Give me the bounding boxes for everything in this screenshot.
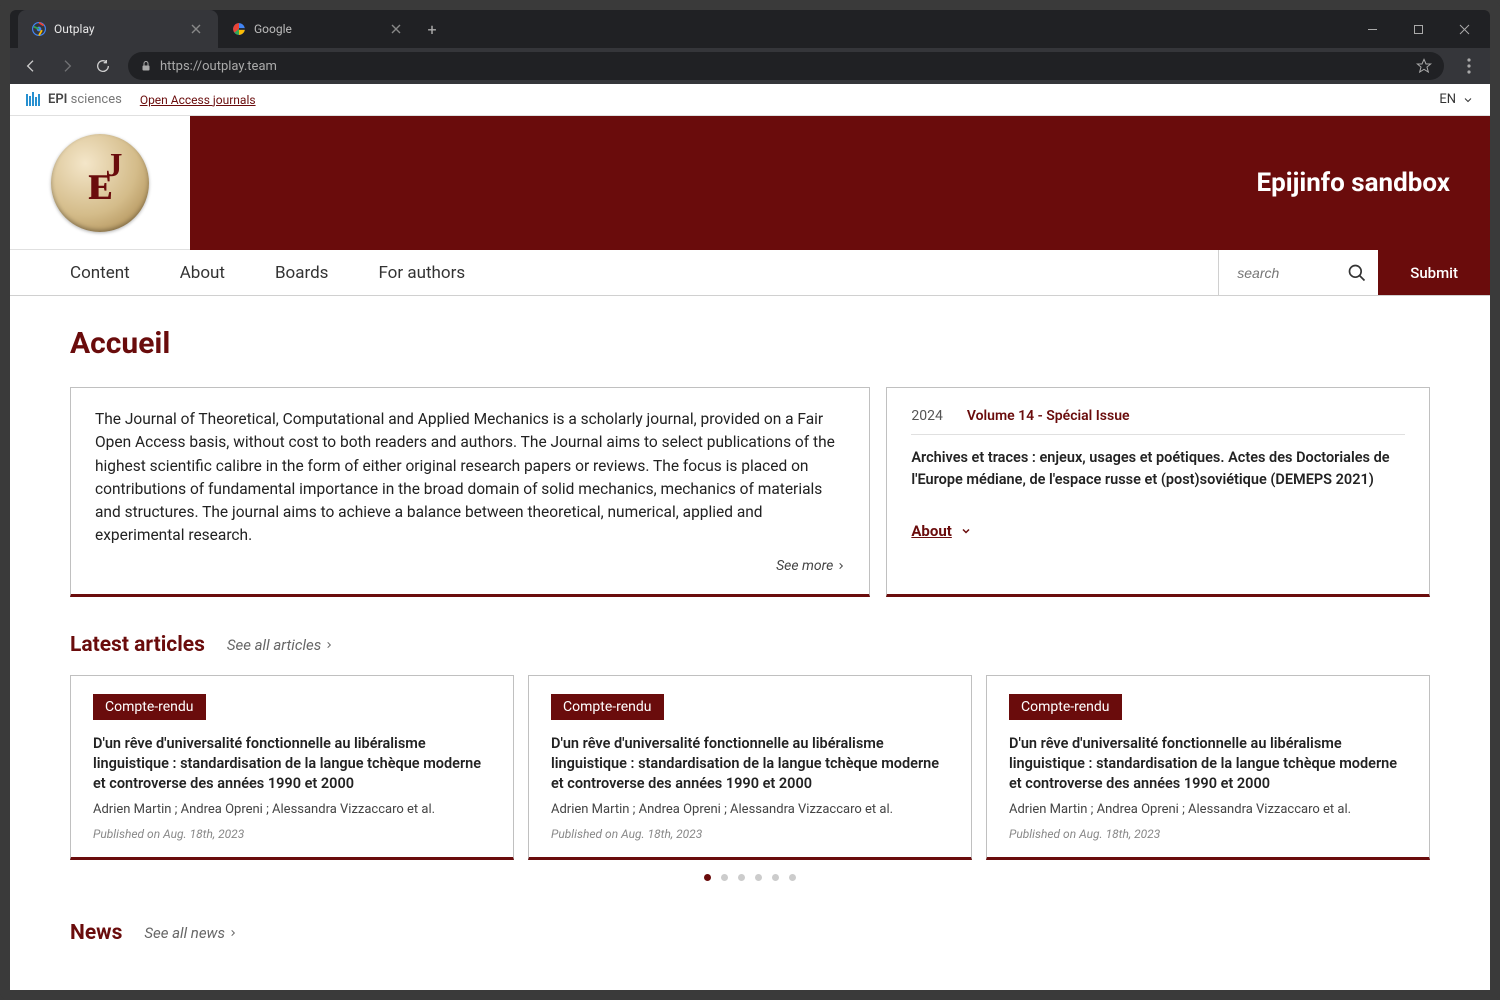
nav-for-authors[interactable]: For authors — [378, 263, 465, 283]
language-code: EN — [1439, 92, 1456, 107]
article-card[interactable]: Compte-rendu D'un rêve d'universalité fo… — [986, 675, 1430, 861]
new-tab-button[interactable]: + — [418, 10, 446, 48]
page-viewport: EPI sciences Open Access journals EN ᴇJ … — [10, 84, 1490, 990]
article-tag: Compte-rendu — [1009, 694, 1122, 720]
article-title: D'un rêve d'universalité fonctionnelle a… — [1009, 734, 1407, 795]
google-favicon-icon — [232, 22, 246, 36]
nav-content[interactable]: Content — [70, 263, 130, 283]
address-bar[interactable]: https://outplay.team — [128, 52, 1444, 80]
article-authors: Adrien Martin ; Andrea Opreni ; Alessand… — [93, 802, 491, 817]
publisher-topbar: EPI sciences Open Access journals EN — [10, 84, 1490, 116]
episciences-logo-icon — [26, 92, 42, 108]
search-icon[interactable] — [1347, 263, 1367, 283]
chevron-down-icon — [960, 525, 972, 537]
close-tab-icon[interactable] — [188, 21, 204, 37]
article-card[interactable]: Compte-rendu D'un rêve d'universalité fo… — [70, 675, 514, 861]
news-heading: News — [70, 921, 122, 945]
issue-about-link[interactable]: About — [911, 522, 971, 540]
journal-description: The Journal of Theoretical, Computationa… — [95, 408, 845, 548]
see-all-articles-link[interactable]: See all articles — [227, 636, 333, 654]
carousel-dot[interactable] — [738, 874, 745, 881]
reload-button[interactable] — [92, 55, 114, 77]
article-card[interactable]: Compte-rendu D'un rêve d'universalité fo… — [528, 675, 972, 861]
maximize-button[interactable] — [1396, 13, 1440, 45]
carousel-dot[interactable] — [704, 874, 711, 881]
carousel-dot[interactable] — [789, 874, 796, 881]
carousel-dot[interactable] — [755, 874, 762, 881]
latest-articles-heading: Latest articles — [70, 633, 205, 657]
journal-description-box: The Journal of Theoretical, Computationa… — [70, 387, 870, 597]
episciences-logo-text: EPI sciences — [48, 92, 122, 107]
current-issue-box: 2024 Volume 14 - Spécial Issue Archives … — [886, 387, 1430, 597]
forward-button[interactable] — [56, 55, 78, 77]
chevron-right-icon — [325, 640, 333, 650]
search-input[interactable] — [1237, 265, 1317, 281]
browser-chrome: Outplay Google + — [10, 10, 1490, 84]
article-title: D'un rêve d'universalité fonctionnelle a… — [551, 734, 949, 795]
episciences-logo[interactable]: EPI sciences — [26, 92, 122, 108]
main-nav: Content About Boards For authors Submit — [10, 250, 1490, 296]
nav-about[interactable]: About — [180, 263, 225, 283]
bookmark-star-icon[interactable] — [1416, 58, 1432, 74]
close-window-button[interactable] — [1442, 13, 1486, 45]
page-title: Accueil — [70, 326, 1430, 361]
articles-carousel: Compte-rendu D'un rêve d'universalité fo… — [70, 675, 1430, 861]
issue-volume[interactable]: Volume 14 - Spécial Issue — [967, 408, 1130, 424]
carousel-dot[interactable] — [721, 874, 728, 881]
nav-boards[interactable]: Boards — [275, 263, 329, 283]
browser-tab-active[interactable]: Outplay — [18, 10, 218, 48]
submit-button[interactable]: Submit — [1378, 250, 1490, 295]
article-authors: Adrien Martin ; Andrea Opreni ; Alessand… — [1009, 802, 1407, 817]
see-more-link[interactable]: See more — [95, 558, 845, 574]
carousel-dots — [70, 874, 1430, 881]
browser-tab[interactable]: Google — [218, 10, 418, 48]
chevron-right-icon — [837, 561, 845, 571]
article-date: Published on Aug. 18th, 2023 — [1009, 827, 1407, 841]
chevron-down-icon — [1462, 94, 1474, 106]
search-area — [1218, 250, 1378, 295]
open-access-link[interactable]: Open Access journals — [140, 93, 256, 107]
lock-icon — [140, 60, 152, 72]
close-tab-icon[interactable] — [388, 21, 404, 37]
tab-title: Google — [254, 22, 292, 36]
language-switcher[interactable]: EN — [1439, 92, 1474, 107]
article-authors: Adrien Martin ; Andrea Opreni ; Alessand… — [551, 802, 949, 817]
tab-title: Outplay — [54, 22, 95, 36]
chevron-right-icon — [229, 928, 237, 938]
carousel-dot[interactable] — [772, 874, 779, 881]
browser-menu-button[interactable] — [1458, 58, 1480, 74]
see-all-news-link[interactable]: See all news — [144, 924, 237, 942]
header-banner: ᴇJ Epijinfo sandbox — [10, 116, 1490, 250]
minimize-button[interactable] — [1350, 13, 1394, 45]
chrome-favicon-icon — [32, 22, 46, 36]
back-button[interactable] — [20, 55, 42, 77]
journal-logo-icon: ᴇJ — [51, 134, 149, 232]
article-tag: Compte-rendu — [551, 694, 664, 720]
article-date: Published on Aug. 18th, 2023 — [551, 827, 949, 841]
journal-title: Epijinfo sandbox — [1256, 168, 1450, 198]
article-title: D'un rêve d'universalité fonctionnelle a… — [93, 734, 491, 795]
issue-year: 2024 — [911, 408, 942, 424]
journal-logo-box[interactable]: ᴇJ — [10, 116, 190, 250]
article-tag: Compte-rendu — [93, 694, 206, 720]
article-date: Published on Aug. 18th, 2023 — [93, 827, 491, 841]
url-text: https://outplay.team — [160, 59, 1408, 74]
issue-title: Archives et traces : enjeux, usages et p… — [911, 447, 1405, 491]
